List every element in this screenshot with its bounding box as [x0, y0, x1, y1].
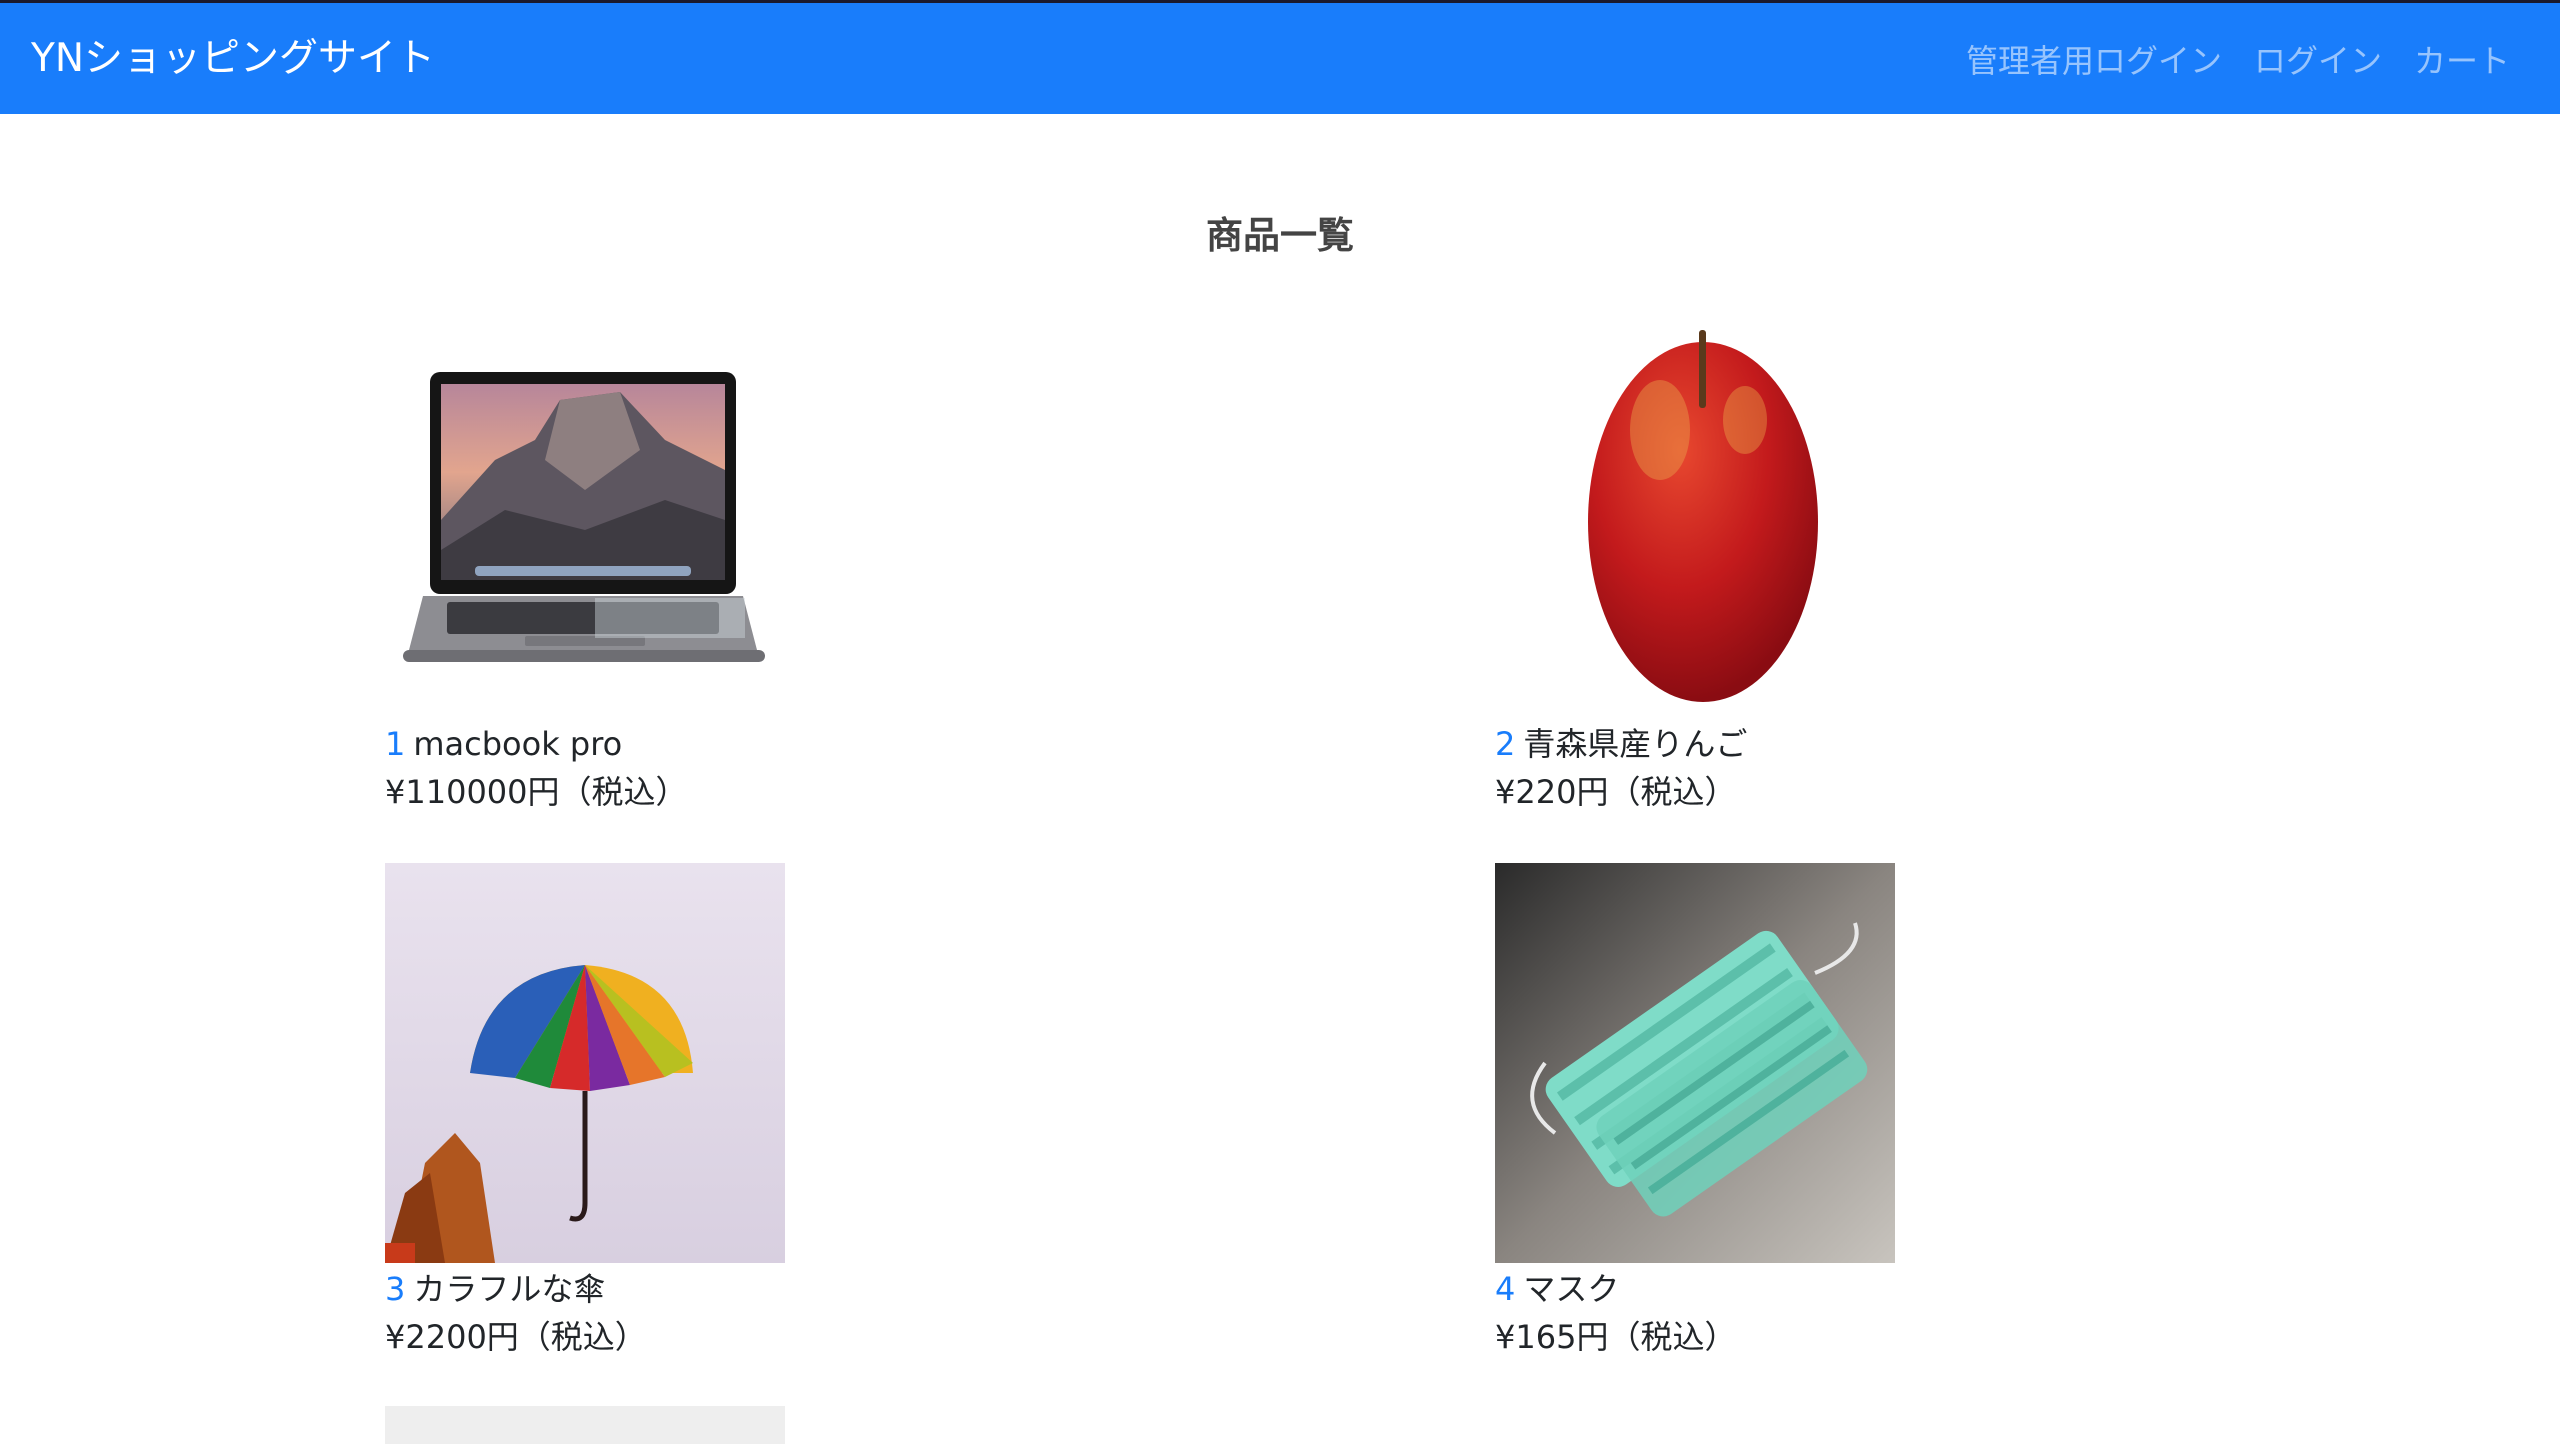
product-name[interactable]: 3 カラフルな傘 — [385, 1265, 1185, 1313]
nav-links: 管理者用ログイン ログイン カート — [1934, 3, 2510, 114]
product-card: 2 青森県産りんご ¥220円（税込） — [1495, 320, 2295, 816]
product-title: macbook pro — [413, 725, 623, 763]
product-name[interactable]: 2 青森県産りんご — [1495, 720, 2295, 768]
product-title: カラフルな傘 — [413, 1270, 606, 1308]
product-price: ¥110000円（税込） — [385, 773, 688, 811]
product-id[interactable]: 2 — [1495, 725, 1515, 763]
product-price: ¥220円（税込） — [1495, 773, 1737, 811]
product-title: マスク — [1523, 1270, 1620, 1308]
product-card: 4 マスク ¥165円（税込） — [1495, 863, 2295, 1361]
cart-link[interactable]: カート — [2414, 36, 2510, 82]
product-card: 3 カラフルな傘 ¥2200円（税込） — [385, 863, 1185, 1361]
product-image-apple[interactable] — [1495, 320, 1895, 720]
product-card — [385, 1406, 1185, 1444]
product-title: 青森県産りんご — [1523, 725, 1748, 763]
product-id[interactable]: 4 — [1495, 1270, 1515, 1308]
product-image-laptop[interactable] — [385, 320, 785, 720]
product-name[interactable]: 1 macbook pro — [385, 720, 1185, 768]
product-image-umbrella[interactable] — [385, 863, 785, 1263]
product-id[interactable]: 3 — [385, 1270, 405, 1308]
page-title: 商品一覧 — [1206, 214, 1354, 257]
product-id[interactable]: 1 — [385, 725, 405, 763]
product-name[interactable]: 4 マスク — [1495, 1265, 2295, 1313]
site-brand[interactable]: YNショッピングサイト — [31, 3, 435, 114]
product-price: ¥2200円（税込） — [385, 1318, 647, 1356]
product-price: ¥165円（税込） — [1495, 1318, 1737, 1356]
product-image-masks[interactable] — [1495, 863, 1895, 1263]
navbar: YNショッピングサイト 管理者用ログイン ログイン カート — [0, 0, 2560, 114]
product-card: 1 macbook pro ¥110000円（税込） — [385, 320, 1185, 816]
admin-login-link[interactable]: 管理者用ログイン — [1966, 36, 2222, 82]
login-link[interactable]: ログイン — [2254, 36, 2382, 82]
product-image[interactable] — [385, 1406, 785, 1444]
